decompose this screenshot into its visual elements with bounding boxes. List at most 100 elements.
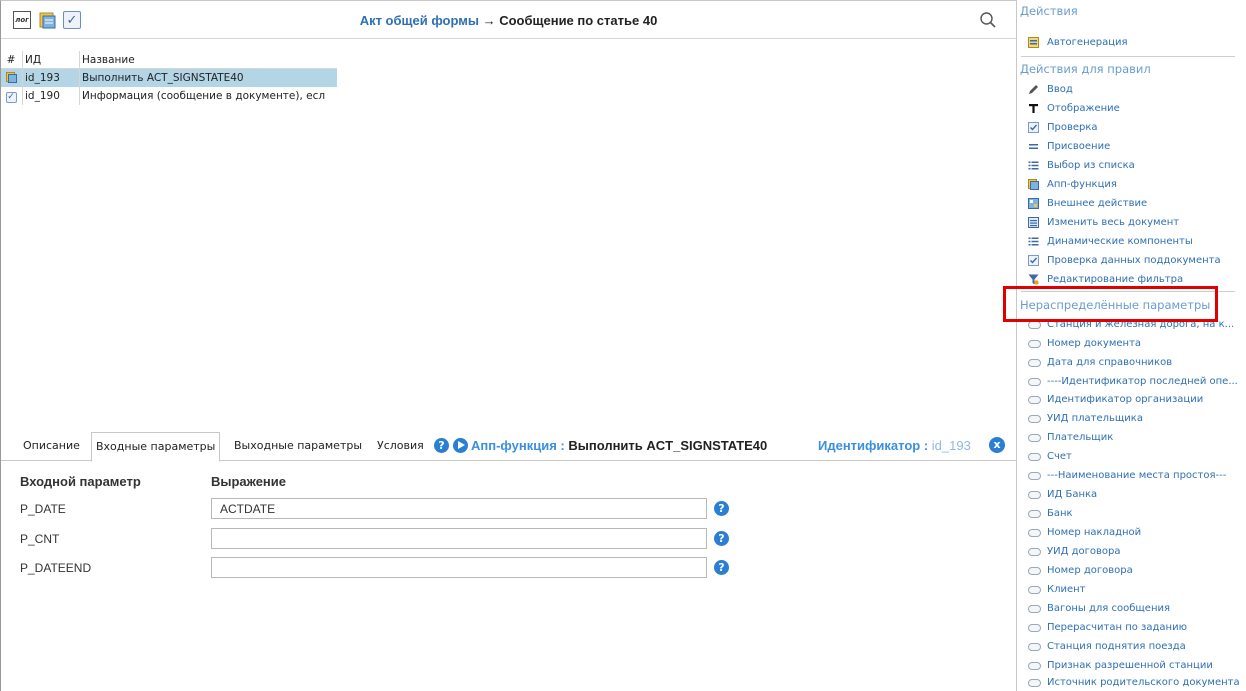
app-function-icon	[1028, 179, 1039, 190]
close-icon[interactable]: x	[989, 437, 1005, 453]
highlight-box	[1003, 286, 1218, 322]
table-header: # ИД Название	[1, 51, 337, 69]
identifier-label: Идентификатор :	[818, 438, 929, 453]
field-icon	[1028, 472, 1041, 480]
field-icon	[1028, 662, 1041, 670]
autogeneration-label: Автогенерация	[1047, 37, 1128, 48]
unassigned-param-item[interactable]: УИД плательщика	[1028, 409, 1244, 428]
table-row[interactable]: ✓ id_190 Информация (сообщение в докумен…	[1, 87, 337, 105]
unassigned-param-item[interactable]: Дата для справочников	[1028, 353, 1244, 372]
unassigned-param-item[interactable]: Плательщик	[1028, 428, 1244, 447]
help-icon[interactable]: ?	[714, 501, 729, 516]
tab-bar: Описание Входные параметры Выходные пара…	[1, 428, 1016, 462]
unassigned-param-item[interactable]: Клиент	[1028, 580, 1244, 599]
param-label: Плательщик	[1047, 432, 1114, 443]
field-icon	[1028, 453, 1041, 461]
expression-column-header: Выражение	[211, 474, 287, 489]
column-header-num[interactable]: #	[5, 51, 17, 69]
help-icon[interactable]: ?	[714, 560, 729, 575]
tab-input-params[interactable]: Входные параметры	[91, 432, 221, 462]
param-label: Дата для справочников	[1047, 357, 1173, 368]
text-t-icon	[1029, 104, 1038, 113]
equals-icon	[1029, 144, 1038, 149]
rule-action-label: Апп-функция	[1047, 179, 1117, 190]
param-label: УИД договора	[1047, 546, 1121, 557]
field-icon	[1028, 624, 1041, 632]
expression-input[interactable]	[211, 557, 707, 578]
row-id: id_190	[22, 87, 78, 105]
field-icon	[1028, 605, 1041, 613]
field-icon	[1028, 548, 1041, 556]
field-icon	[1028, 396, 1041, 404]
param-row: P_DATEEND ?	[1, 557, 1016, 579]
field-icon	[1028, 378, 1041, 386]
identifier-caption: Идентификатор : id_193	[818, 438, 971, 453]
param-label: Номер накладной	[1047, 527, 1142, 538]
list-icon	[1028, 237, 1039, 246]
unassigned-param-item[interactable]: УИД договора	[1028, 542, 1244, 561]
param-name: P_CNT	[20, 532, 60, 546]
expression-input[interactable]	[211, 498, 707, 519]
field-icon	[1028, 415, 1041, 423]
form-title-link[interactable]: Акт общей формы	[360, 13, 479, 28]
param-column-header: Входной параметр	[20, 474, 141, 489]
external-action-icon	[1028, 198, 1039, 209]
tab-output-params[interactable]: Выходные параметры	[234, 432, 362, 462]
unassigned-param-item[interactable]: Станция поднятия поезда	[1028, 637, 1244, 656]
field-icon	[1028, 510, 1041, 518]
unassigned-param-item[interactable]: Перерасчитан по заданию	[1028, 618, 1244, 637]
field-icon	[1028, 679, 1041, 687]
rule-action-label: Проверка	[1047, 122, 1098, 133]
column-header-name[interactable]: Название	[79, 51, 337, 69]
param-label: Банк	[1047, 508, 1073, 519]
help-icon[interactable]: ?	[714, 531, 729, 546]
expression-input[interactable]	[211, 528, 707, 549]
column-header-id[interactable]: ИД	[22, 51, 78, 69]
rules-table: # ИД Название id_193 Выполнить ACT_SIGNS…	[1, 51, 337, 105]
field-icon	[1028, 643, 1041, 651]
rule-action-label: Внешнее действие	[1047, 198, 1148, 209]
toolbar: лог ✓ Акт общей формы → Сообщение по ста…	[1, 1, 1016, 39]
param-label: ИД Банка	[1047, 489, 1098, 500]
field-icon	[1028, 434, 1041, 442]
help-icon[interactable]: ?	[434, 438, 449, 453]
unassigned-param-item[interactable]: Идентификатор организации	[1028, 390, 1244, 409]
tab-description[interactable]: Описание	[23, 432, 80, 462]
param-label: Перерасчитан по заданию	[1047, 622, 1187, 633]
check-icon	[1028, 255, 1039, 266]
field-icon	[1028, 321, 1041, 329]
play-icon[interactable]	[453, 438, 468, 453]
title-arrow: →	[482, 13, 496, 28]
filter-icon	[1028, 274, 1039, 285]
unassigned-param-item[interactable]: Номер договора	[1028, 561, 1244, 580]
unassigned-param-item[interactable]: Источник родительского документа	[1028, 673, 1244, 691]
document-edit-icon	[1028, 217, 1039, 228]
unassigned-param-item[interactable]: Номер документа	[1028, 334, 1244, 353]
unassigned-param-item[interactable]: ---Наименование места простоя---	[1028, 466, 1244, 485]
rule-title: Сообщение по статье 40	[499, 13, 658, 28]
rule-action-label: Изменить весь документ	[1047, 217, 1180, 228]
param-label: УИД плательщика	[1047, 413, 1143, 424]
divider	[1021, 56, 1235, 57]
unassigned-param-item[interactable]: Банк	[1028, 504, 1244, 523]
rule-action-label: Проверка данных поддокумента	[1047, 255, 1221, 266]
field-icon	[1028, 491, 1041, 499]
unassigned-param-item[interactable]: Счет	[1028, 447, 1244, 466]
actions-sidebar: Действия Автогенерация Действия для прав…	[1016, 0, 1246, 691]
table-row[interactable]: id_193 Выполнить ACT_SIGNSTATE40	[1, 69, 337, 87]
unassigned-param-item[interactable]: Номер накладной	[1028, 523, 1244, 542]
unassigned-param-item[interactable]: Вагоны для сообщения	[1028, 599, 1244, 618]
field-icon	[1028, 586, 1041, 594]
unassigned-param-item[interactable]: ----Идентификатор последней опе...	[1028, 372, 1244, 391]
param-label: Номер договора	[1047, 565, 1133, 576]
search-button[interactable]	[979, 11, 997, 29]
field-icon	[1028, 567, 1041, 575]
app-function-label[interactable]: Апп-функция :	[471, 438, 565, 453]
param-label: ---Наименование места простоя---	[1047, 470, 1227, 481]
param-label: Станция поднятия поезда	[1047, 641, 1186, 652]
list-icon	[1028, 161, 1039, 170]
identifier-value: id_193	[931, 438, 971, 453]
tab-conditions[interactable]: Условия	[377, 432, 424, 462]
unassigned-param-item[interactable]: ИД Банка	[1028, 485, 1244, 504]
app-function-caption: Апп-функция : Выполнить ACT_SIGNSTATE40	[471, 438, 767, 453]
